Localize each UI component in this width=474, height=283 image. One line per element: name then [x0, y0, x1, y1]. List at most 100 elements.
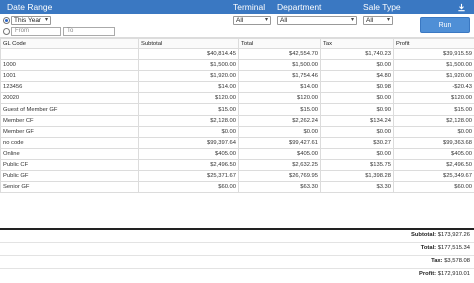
amount-cell: $0.00: [138, 125, 239, 138]
filter-panel: This Year ▾ All ▾ All ▾ All ▾ From To: [0, 14, 474, 38]
terminal-select[interactable]: All ▾: [233, 16, 271, 25]
amount-cell: $99,397.64: [138, 136, 239, 149]
tax-value: $3,578.08: [444, 258, 470, 264]
total-label: Total:: [420, 245, 437, 251]
sale-type-select[interactable]: All ▾: [363, 16, 393, 25]
table-row[interactable]: 1000 $1,500.00 $1,500.00 $0.00 $1,500.00: [0, 59, 474, 72]
amount-cell: $2,128.00: [393, 114, 474, 127]
col-header-total[interactable]: Total: [238, 38, 321, 49]
amount-cell: $60.00: [138, 181, 239, 194]
table-row[interactable]: Public GF $25,371.67 $26,769.95 $1,398.28 $2…: [0, 170, 474, 183]
amount-cell: $2,632.25: [238, 158, 321, 172]
period-select[interactable]: This Year ▾: [11, 16, 51, 25]
amount-cell: $1,398.28: [320, 170, 394, 183]
period-radio[interactable]: [3, 17, 10, 24]
table-row[interactable]: Online $405.00 $405.00 $0.00 $405.00: [0, 147, 474, 160]
chevron-down-icon: ▾: [350, 17, 354, 23]
department-select-value: All: [280, 17, 288, 24]
gl-code-cell: Public CF: [0, 158, 139, 172]
amount-cell: $1,740.23: [320, 47, 394, 61]
department-label: Department: [277, 2, 322, 12]
amount-cell: $120.00: [393, 92, 474, 105]
sale-type-label: Sale Type: [363, 2, 401, 12]
amount-cell: $63.30: [238, 181, 321, 194]
amount-cell: $0.98: [320, 81, 394, 94]
terminal-select-value: All: [236, 17, 244, 24]
amount-cell: $0.00: [320, 147, 394, 160]
department-select[interactable]: All ▾: [277, 16, 357, 25]
amount-cell: $4.80: [320, 70, 394, 83]
amount-cell: $0.00: [320, 92, 394, 105]
download-icon: [457, 3, 465, 11]
table-row[interactable]: Member CF $2,128.00 $2,262.24 $134.24 $2,128…: [0, 114, 474, 127]
totals-divider: [0, 228, 474, 230]
to-date-input[interactable]: To: [63, 27, 115, 36]
profit-summary: Profit: $172,910.01: [419, 271, 470, 277]
subtotal-summary: Subtotal: $173,927.26: [411, 232, 470, 238]
divider: [0, 242, 474, 243]
amount-cell: $99,363.68: [393, 136, 474, 149]
chevron-down-icon: ▾: [386, 17, 390, 23]
col-header-tax[interactable]: Tax: [320, 38, 394, 49]
subtotal-value: $173,927.26: [437, 232, 470, 238]
col-header-gl-code[interactable]: GL Code: [0, 38, 139, 49]
table-row[interactable]: 123456 $14.00 $14.00 $0.98 -$20.43: [0, 81, 474, 94]
amount-cell: $134.24: [320, 114, 394, 127]
amount-cell: -$20.43: [393, 81, 474, 94]
table-row[interactable]: 20020 $120.00 $120.00 $0.00 $120.00: [0, 92, 474, 105]
amount-cell: $1,920.00: [138, 70, 239, 83]
amount-cell: $14.00: [238, 81, 321, 94]
gl-report-table: GL Code Subtotal Total Tax Profit $40,81…: [0, 38, 474, 194]
from-placeholder: From: [15, 28, 29, 34]
tax-summary: Tax: $3,578.08: [431, 258, 470, 264]
gl-code-cell: 1000: [0, 59, 139, 72]
table-row[interactable]: 1001 $1,920.00 $1,754.46 $4.80 $1,920.00: [0, 70, 474, 83]
run-button[interactable]: Run: [420, 17, 470, 33]
amount-cell: $25,371.67: [138, 170, 239, 183]
gl-code-cell: 20020: [0, 92, 139, 105]
amount-cell: $39,915.59: [393, 47, 474, 61]
table-row[interactable]: Public CF $2,496.50 $2,632.25 $135.75 $2,496…: [0, 158, 474, 172]
amount-cell: $2,496.50: [393, 158, 474, 172]
table-row[interactable]: $40,814.45 $42,554.70 $1,740.23 $39,915.59: [0, 47, 474, 61]
table-header-row: GL Code Subtotal Total Tax Profit: [0, 38, 474, 49]
header-bar: Date Range Terminal Department Sale Type: [0, 0, 474, 14]
table-row[interactable]: no code $99,397.64 $99,427.61 $30.27 $99,363…: [0, 136, 474, 149]
amount-cell: $135.75: [320, 158, 394, 172]
amount-cell: $405.00: [138, 147, 239, 160]
total-value: $177,515.34: [437, 245, 470, 251]
amount-cell: $1,500.00: [238, 59, 321, 72]
from-date-input[interactable]: From: [11, 27, 61, 36]
amount-cell: $26,769.95: [238, 170, 321, 183]
total-summary: Total: $177,515.34: [421, 245, 470, 251]
amount-cell: $1,500.00: [138, 59, 239, 72]
terminal-label: Terminal: [233, 2, 266, 12]
amount-cell: $2,496.50: [138, 158, 239, 172]
col-header-subtotal[interactable]: Subtotal: [138, 38, 239, 49]
table-row[interactable]: Member GF $0.00 $0.00 $0.00 $0.00: [0, 125, 474, 138]
amount-cell: $1,500.00: [393, 59, 474, 72]
custom-range-radio[interactable]: [3, 28, 10, 35]
amount-cell: $120.00: [138, 92, 239, 105]
amount-cell: $120.00: [238, 92, 321, 105]
to-placeholder: To: [67, 28, 74, 34]
sale-type-select-value: All: [366, 17, 374, 24]
amount-cell: $2,128.00: [138, 114, 239, 127]
table-row[interactable]: Senior GF $60.00 $63.30 $3.30 $60.00: [0, 181, 474, 194]
gl-code-cell: Member CF: [0, 114, 139, 127]
table-row[interactable]: Guest of Member GF $15.00 $15.00 $0.90 $15.0…: [0, 103, 474, 116]
amount-cell: $15.00: [393, 103, 474, 116]
divider: [0, 268, 474, 269]
col-header-profit[interactable]: Profit: [393, 38, 474, 49]
gl-code-cell: [0, 47, 139, 61]
amount-cell: $3.30: [320, 181, 394, 194]
amount-cell: $0.00: [238, 125, 321, 138]
gl-code-cell: no code: [0, 136, 139, 149]
date-range-label: Date Range: [7, 2, 53, 12]
amount-cell: $1,920.00: [393, 70, 474, 83]
download-button[interactable]: [454, 1, 468, 13]
amount-cell: $405.00: [238, 147, 321, 160]
amount-cell: $0.90: [320, 103, 394, 116]
tax-label: Tax:: [431, 258, 443, 264]
gl-code-cell: Member GF: [0, 125, 139, 138]
